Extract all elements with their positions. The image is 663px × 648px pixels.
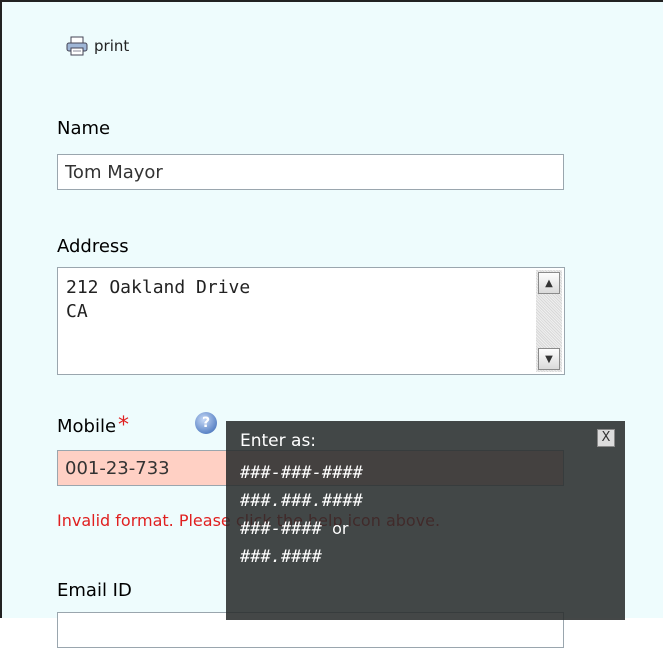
- address-textarea-wrapper: 212 Oakland Drive CA ▲ ▼: [57, 267, 565, 375]
- address-field[interactable]: 212 Oakland Drive CA: [58, 268, 528, 374]
- name-field[interactable]: [57, 154, 564, 190]
- scroll-up-icon[interactable]: ▲: [538, 272, 560, 294]
- format-help-tooltip: Enter as: X ###-###-#### ###.###.#### ##…: [226, 421, 625, 620]
- format-option-text: ###-####: [240, 519, 322, 539]
- mobile-label: Mobile*: [57, 413, 129, 438]
- address-scrollbar[interactable]: ▲ ▼: [536, 270, 562, 372]
- print-link[interactable]: print: [66, 36, 129, 56]
- tooltip-title: Enter as:: [240, 431, 317, 451]
- mobile-label-text: Mobile: [57, 416, 117, 437]
- format-option: ###.###.####: [240, 491, 363, 511]
- required-star: *: [118, 413, 130, 438]
- format-option: ###.####: [240, 547, 322, 567]
- scroll-down-icon[interactable]: ▼: [538, 348, 560, 370]
- format-option: ###-###-####: [240, 463, 363, 483]
- printer-icon: [66, 36, 88, 56]
- print-label[interactable]: print: [94, 37, 129, 55]
- format-option: ###-#### or: [240, 519, 349, 539]
- close-icon[interactable]: X: [597, 429, 615, 447]
- help-icon[interactable]: ?: [195, 412, 217, 434]
- address-label: Address: [57, 236, 129, 257]
- email-label: Email ID: [57, 580, 132, 601]
- form-panel: print Name Address 212 Oakland Drive CA …: [0, 0, 663, 648]
- format-or-text: or: [332, 519, 349, 538]
- name-label: Name: [57, 118, 111, 139]
